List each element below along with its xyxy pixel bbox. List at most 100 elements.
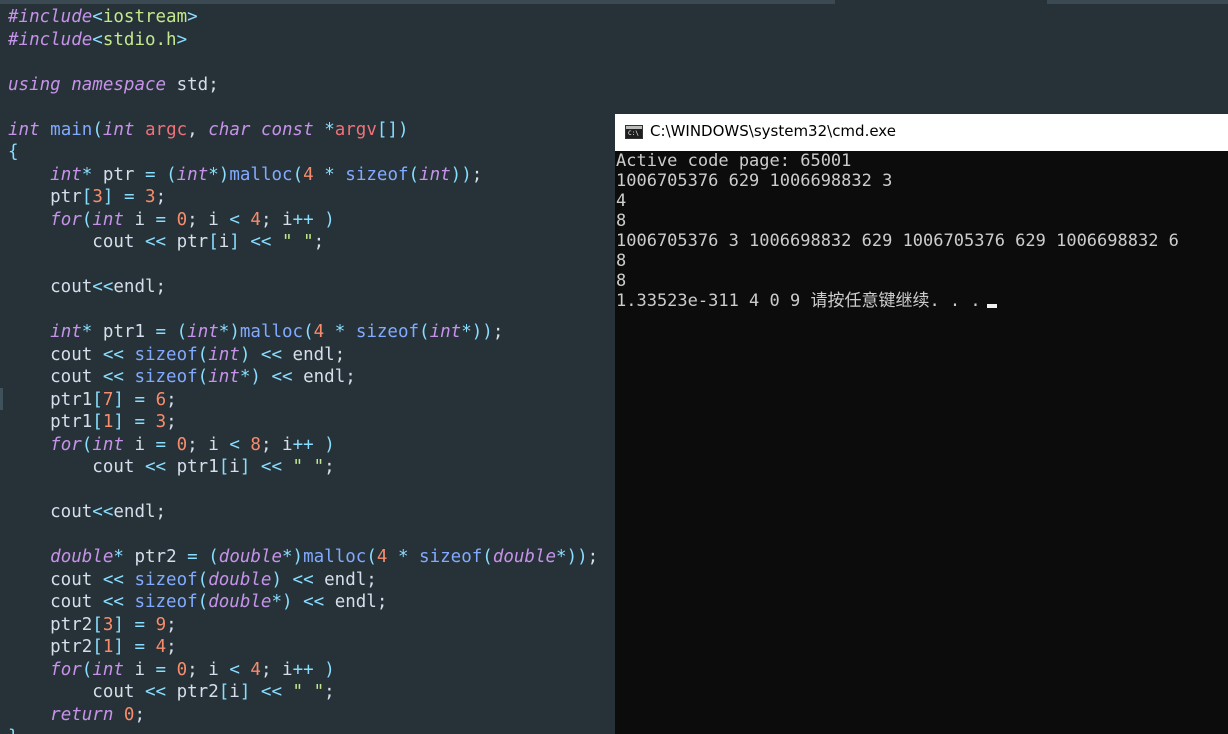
code-token: 1 <box>102 637 114 657</box>
code-line: ptr1[7] = 6; <box>8 389 598 412</box>
code-line: cout << ptr[i] << " "; <box>8 231 598 254</box>
code-token: << <box>260 682 282 702</box>
code-token: [ <box>81 187 93 207</box>
code-token: = <box>155 209 167 230</box>
console-line-text: 1006705376 3 1006698832 629 1006705376 6… <box>616 231 1179 251</box>
line-gutter-marker <box>0 388 3 410</box>
code-token: 6 <box>155 389 167 410</box>
source-code[interactable]: #include<iostream> #include<stdio.h> usin… <box>8 6 598 734</box>
code-line: for(int i = 0; i < 8; i++ ) <box>8 434 598 457</box>
code-token: double <box>208 592 272 612</box>
code-token: 4 <box>155 637 167 657</box>
code-token: << <box>102 592 124 612</box>
console-line-text: 8 <box>616 211 627 231</box>
code-token: ; <box>166 412 177 432</box>
code-token: = <box>134 389 146 410</box>
code-token: ) <box>239 344 251 365</box>
code-token: [ <box>92 389 103 410</box>
code-token: ptr2 <box>166 682 219 702</box>
code-line: ptr2[1] = 4; <box>8 636 598 659</box>
code-token: ] <box>113 637 124 657</box>
code-token: i <box>229 457 240 477</box>
code-token: ; i <box>187 209 230 230</box>
code-token: ++ <box>292 434 314 455</box>
code-token: ptr2 <box>8 614 93 635</box>
code-token: ; i <box>260 434 293 455</box>
code-token: 9 <box>155 614 167 635</box>
code-token: 7 <box>102 389 114 410</box>
code-token: << <box>303 592 325 612</box>
code-token: argc <box>145 119 188 140</box>
code-token: int <box>176 164 209 185</box>
code-token: = <box>134 614 146 635</box>
console-line: 8 <box>616 251 1228 271</box>
console-line-text: 1006705376 629 1006698832 3 <box>616 171 893 191</box>
console-line-text: Active code page: 65001 <box>616 151 852 171</box>
code-token: << <box>102 569 124 590</box>
code-token: * <box>271 592 282 612</box>
code-line: using namespace std; <box>8 74 598 97</box>
code-token: ; i <box>260 209 293 230</box>
code-token: []) <box>376 119 409 140</box>
code-token: [ <box>92 637 103 657</box>
cmd-window[interactable]: C:\ C:\WINDOWS\system32\cmd.exe Active c… <box>615 114 1228 734</box>
code-token: int <box>429 322 462 342</box>
code-token: int <box>50 164 82 185</box>
code-token: 8 <box>250 434 261 455</box>
code-token: ( <box>197 367 209 387</box>
code-token: cout <box>8 232 145 252</box>
console-line: Active code page: 65001 <box>616 151 1228 171</box>
code-token: endl; <box>313 569 377 590</box>
code-line: } <box>8 726 598 734</box>
code-token: ; <box>155 187 167 207</box>
code-token: ( <box>366 547 377 567</box>
code-token: int <box>419 164 451 185</box>
code-token: < <box>229 659 240 680</box>
code-token: std; <box>166 74 219 95</box>
code-token: ++ <box>292 209 314 230</box>
code-token: [ <box>218 457 230 477</box>
code-token: << <box>260 344 282 365</box>
code-line: { <box>8 141 598 164</box>
code-token: using <box>8 74 61 95</box>
code-token: cout <box>8 277 93 297</box>
code-token: argv <box>334 119 377 140</box>
code-token: ] <box>113 412 124 432</box>
code-token: ) <box>218 164 230 185</box>
code-token: * <box>461 322 472 342</box>
code-token: endl; <box>113 277 167 297</box>
code-line: int main(int argc, char const *argv[]) <box>8 119 598 142</box>
console-output[interactable]: Active code page: 65001 1006705376 629 10… <box>616 151 1228 311</box>
console-line-text: 8 <box>616 271 627 291</box>
code-token: #include <box>8 29 93 50</box>
code-token: malloc <box>239 322 304 342</box>
code-token: [ <box>208 232 219 252</box>
code-line: ptr2[3] = 9; <box>8 614 598 637</box>
code-token: sizeof <box>134 569 198 590</box>
code-token: i <box>218 232 230 252</box>
code-token: endl; <box>282 344 346 365</box>
code-token: for <box>50 209 82 230</box>
code-line: cout << sizeof(double) << endl; <box>8 569 598 592</box>
code-token: int <box>8 119 40 140</box>
cmd-window-title: C:\WINDOWS\system32\cmd.exe <box>650 122 896 140</box>
cmd-titlebar[interactable]: C:\ C:\WINDOWS\system32\cmd.exe <box>615 114 1228 151</box>
